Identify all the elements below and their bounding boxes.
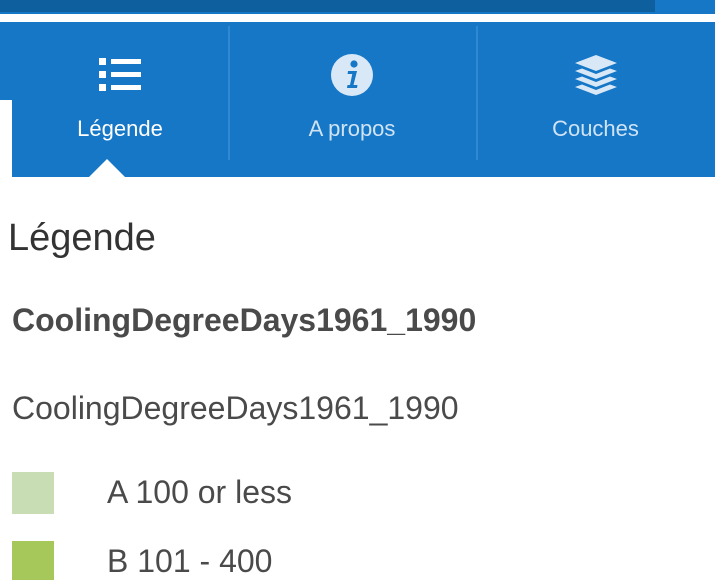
- legend-item-label: B 101 - 400: [107, 543, 273, 579]
- tab-layers[interactable]: Couches: [476, 22, 715, 177]
- panel-tabbar: Légende A propos Couches: [12, 22, 715, 177]
- legend-title: Légende: [8, 217, 156, 259]
- tab-layers-label: Couches: [552, 116, 639, 141]
- sublayer-name: CoolingDegreeDays1961_1990: [12, 390, 459, 426]
- active-tab-pointer: [89, 159, 125, 177]
- legend-panel-screen: Légende A propos Couches Légende Cooling…: [0, 0, 715, 580]
- legend-item-label: A 100 or less: [107, 474, 292, 510]
- info-icon: [331, 54, 373, 96]
- list-icon: [99, 58, 141, 91]
- side-panel: Légende A propos Couches Légende Cooling…: [8, 22, 715, 580]
- legend-swatch: [12, 472, 54, 514]
- tab-legend[interactable]: Légende: [12, 22, 228, 177]
- legend-swatch: [12, 541, 54, 580]
- legend-item: A 100 or less: [12, 472, 612, 520]
- legend-item: B 101 - 400: [12, 541, 612, 580]
- layer-name: CoolingDegreeDays1961_1990: [12, 302, 477, 338]
- map-header-strip: [0, 0, 715, 14]
- map-header-strip-dark: [0, 0, 655, 12]
- tab-about-label: A propos: [308, 116, 396, 141]
- tab-legend-label: Légende: [77, 116, 163, 141]
- map-header-edge: [0, 22, 12, 100]
- layers-icon: [574, 55, 617, 95]
- header-gap: [0, 14, 715, 22]
- tab-about[interactable]: A propos: [228, 22, 476, 177]
